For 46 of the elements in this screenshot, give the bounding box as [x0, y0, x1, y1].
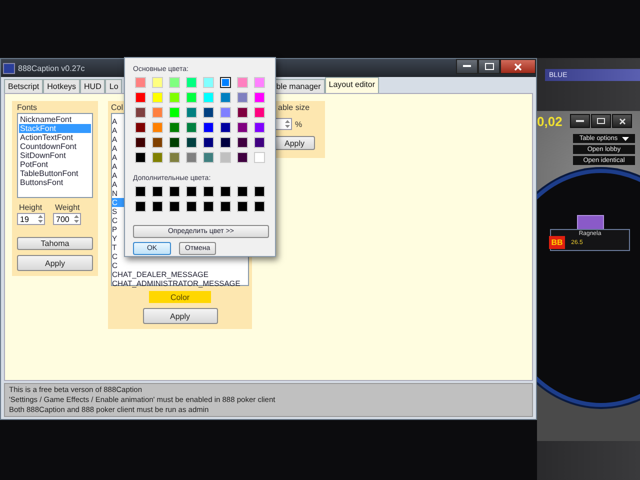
tab[interactable]: Hotkeys	[43, 79, 80, 93]
weight-label: Weight	[54, 203, 81, 212]
tab[interactable]: Layout editor	[324, 77, 380, 93]
list-item[interactable]: SitDownFont	[19, 151, 91, 160]
app-icon	[3, 62, 15, 74]
minimize-icon	[576, 120, 584, 122]
spinner-arrows-icon	[284, 118, 291, 130]
stakes-text: 0,02	[537, 114, 564, 128]
apply-button[interactable]: Apply	[17, 255, 93, 271]
list-item[interactable]: NicknameFont	[19, 115, 91, 124]
tab[interactable]: Betscript	[4, 79, 44, 93]
apply-button[interactable]: Apply	[142, 308, 218, 324]
height-field[interactable]: 19	[17, 213, 45, 225]
cards-icon	[577, 215, 604, 230]
list-item[interactable]: ActionTextFont	[19, 133, 91, 142]
spinner-arrows-icon	[37, 213, 44, 225]
big-blind-badge: BB	[549, 236, 565, 249]
close-button[interactable]	[500, 59, 536, 74]
close-button[interactable]	[612, 114, 632, 128]
close-icon	[618, 118, 626, 124]
close-icon	[514, 62, 522, 70]
window-title: 888Caption v0.27c	[18, 64, 85, 72]
group-label: able size	[278, 103, 310, 113]
color-swatch[interactable]	[220, 77, 231, 88]
list-item[interactable]: ButtonsFont	[19, 178, 91, 187]
dropdown-arrow-icon	[622, 136, 629, 140]
spinner-arrows-icon	[73, 213, 80, 225]
maximize-button[interactable]	[591, 114, 611, 128]
color-button[interactable]: Color	[149, 291, 211, 303]
minimize-icon	[463, 65, 471, 68]
minimize-button[interactable]	[456, 59, 478, 74]
maximize-icon	[484, 63, 494, 70]
list-item[interactable]: CountdownFont	[19, 142, 91, 151]
maximize-button[interactable]	[478, 59, 500, 74]
maximize-icon	[597, 118, 605, 124]
weight-field[interactable]: 700	[53, 213, 81, 225]
tab[interactable]: Lo	[105, 79, 122, 93]
list-item[interactable]: TableButtonFont	[19, 169, 91, 178]
tab[interactable]: HUD	[80, 79, 106, 93]
height-label: Height	[18, 203, 44, 212]
minimize-button[interactable]	[570, 114, 590, 128]
list-item[interactable]: PotFont	[19, 160, 91, 169]
group-label: Col	[111, 103, 124, 113]
font-button[interactable]: Tahoma	[17, 237, 93, 250]
percent-label: %	[295, 120, 302, 128]
group-label: Fonts	[17, 103, 38, 113]
